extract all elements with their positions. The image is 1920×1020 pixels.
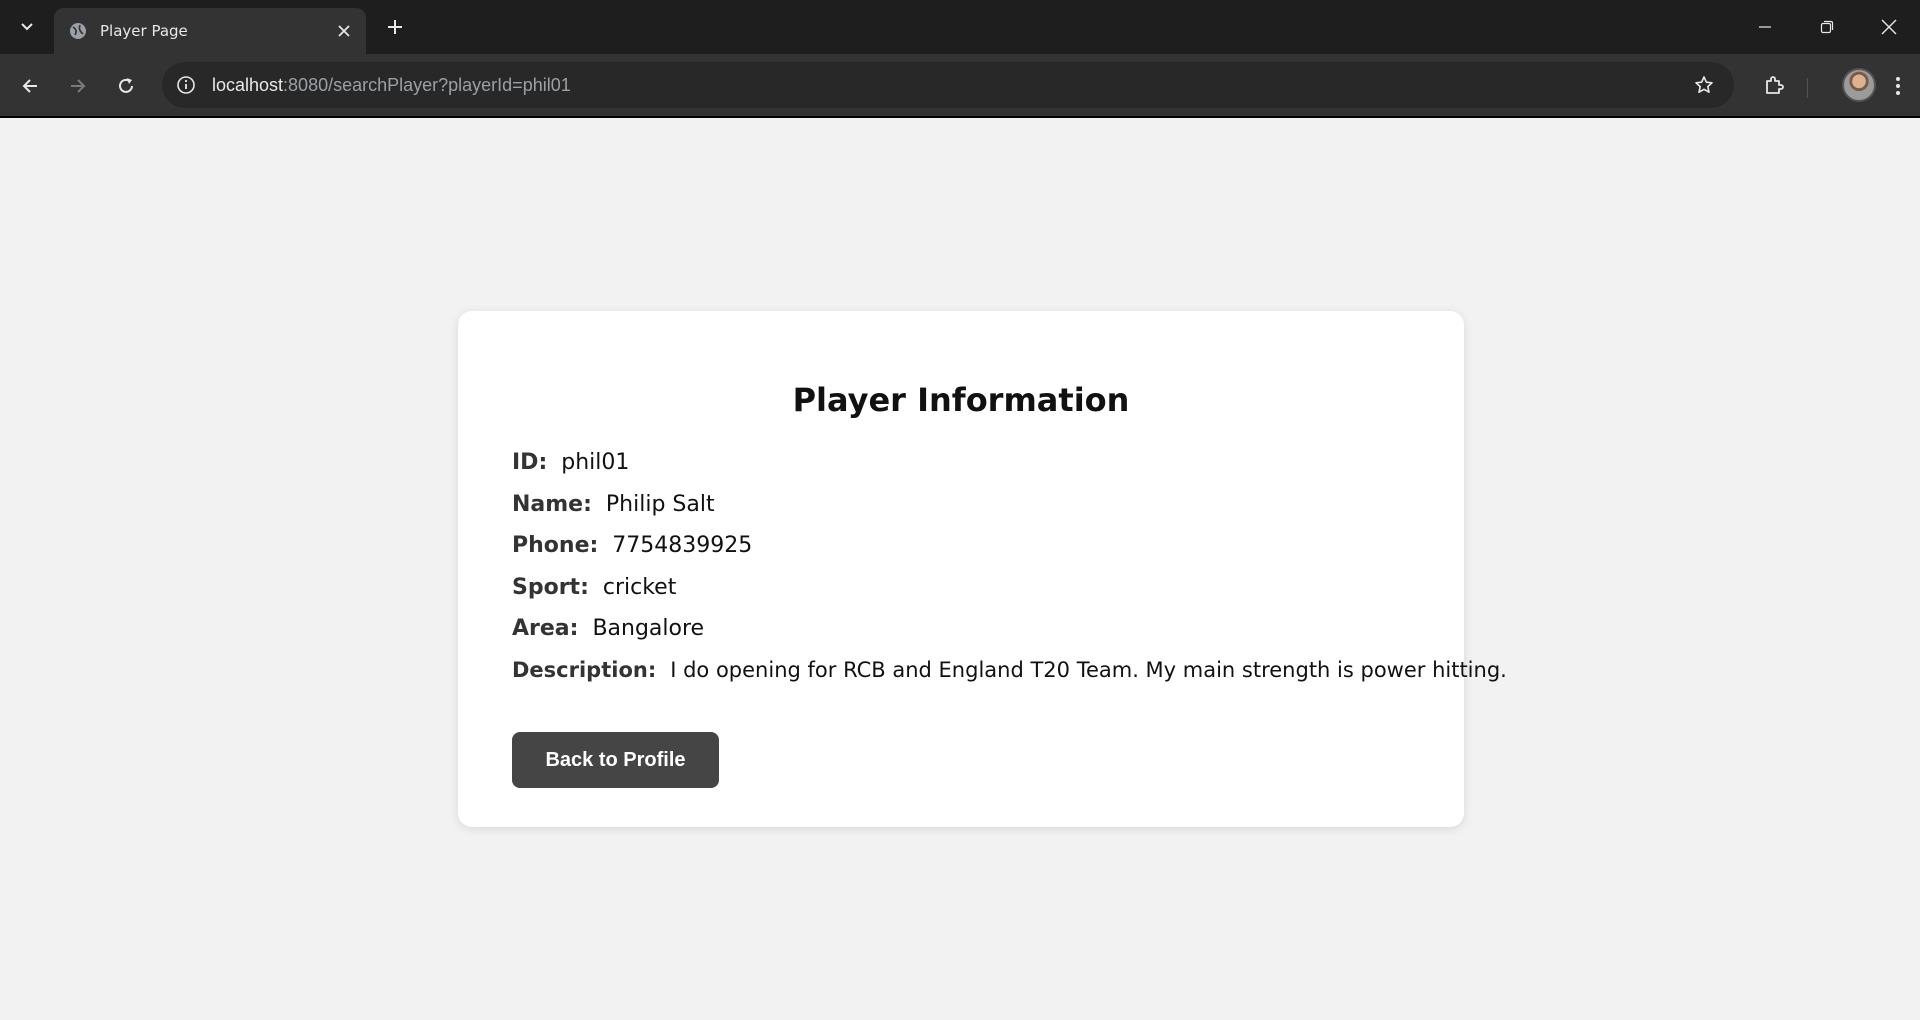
restore-icon: [1820, 20, 1834, 34]
back-to-profile-button[interactable]: Back to Profile: [512, 732, 719, 788]
kebab-menu-icon: [1896, 77, 1900, 95]
field-label: Area:: [512, 616, 579, 641]
reload-button[interactable]: [108, 68, 144, 104]
field-value: phil01: [561, 450, 630, 475]
plus-icon: [388, 20, 402, 34]
field-value: I do opening for RCB and England T20 Tea…: [670, 658, 1507, 682]
field-label: Name:: [512, 492, 592, 517]
back-arrow-icon: [22, 79, 37, 93]
url-path: :8080/searchPlayer?playerId=phil01: [283, 74, 571, 95]
player-card: Player Information ID: phil01 Name: Philip…: [458, 311, 1507, 827]
globe-icon: [68, 21, 88, 41]
puzzle-icon: [1766, 76, 1784, 94]
forward-button[interactable]: [60, 68, 96, 104]
close-tab-button[interactable]: [330, 17, 358, 45]
tab-player-page[interactable]: Player Page: [54, 8, 366, 54]
close-icon: [338, 25, 350, 37]
tab-strip: Player Page: [0, 0, 1920, 54]
star-icon: [1695, 76, 1713, 93]
field-value: cricket: [602, 575, 677, 600]
field-value: Philip Salt: [605, 492, 715, 517]
field-area: Area: Bangalore: [512, 616, 704, 641]
bookmark-button[interactable]: [1686, 67, 1722, 103]
toolbar-separator: [1807, 78, 1808, 98]
field-label: ID:: [512, 450, 548, 475]
chevron-down-icon: [21, 23, 33, 31]
field-value: 7754839925: [612, 533, 753, 558]
page-title: Player Information: [792, 381, 1130, 419]
field-label: Description:: [512, 658, 657, 682]
new-tab-button[interactable]: [380, 12, 410, 42]
tab-search-button[interactable]: [10, 9, 44, 43]
restore-button[interactable]: [1796, 0, 1858, 54]
field-value: Bangalore: [592, 616, 705, 641]
page-viewport: Player Information ID: phil01 Name: Philip…: [0, 118, 1920, 1020]
field-label: Phone:: [512, 533, 599, 558]
back-button[interactable]: [12, 68, 48, 104]
minimize-icon: [1759, 26, 1771, 28]
address-bar[interactable]: localhost:8080/searchPlayer?playerId=phi…: [162, 62, 1734, 108]
field-id: ID: phil01: [512, 450, 629, 475]
field-sport: Sport: cricket: [512, 575, 676, 600]
field-description: Description: I do opening for RCB and Eng…: [512, 658, 1507, 682]
minimize-button[interactable]: [1734, 0, 1796, 54]
extensions-button[interactable]: [1756, 68, 1792, 104]
tab-title: Player Page: [100, 22, 188, 40]
field-label: Sport:: [512, 575, 589, 600]
field-phone: Phone: 7754839925: [512, 533, 752, 558]
url-host: localhost: [212, 74, 284, 95]
reload-icon: [119, 78, 133, 93]
info-icon[interactable]: [174, 73, 198, 97]
url-text[interactable]: localhost:8080/searchPlayer?playerId=phi…: [212, 75, 1686, 96]
window-controls: [1734, 0, 1920, 54]
close-icon: [1881, 19, 1897, 35]
close-window-button[interactable]: [1858, 0, 1920, 54]
browser-toolbar: localhost:8080/searchPlayer?playerId=phi…: [0, 54, 1920, 118]
field-name: Name: Philip Salt: [512, 492, 715, 517]
browser-menu-button[interactable]: [1880, 68, 1916, 104]
profile-avatar[interactable]: [1842, 68, 1876, 102]
forward-arrow-icon: [71, 79, 86, 93]
